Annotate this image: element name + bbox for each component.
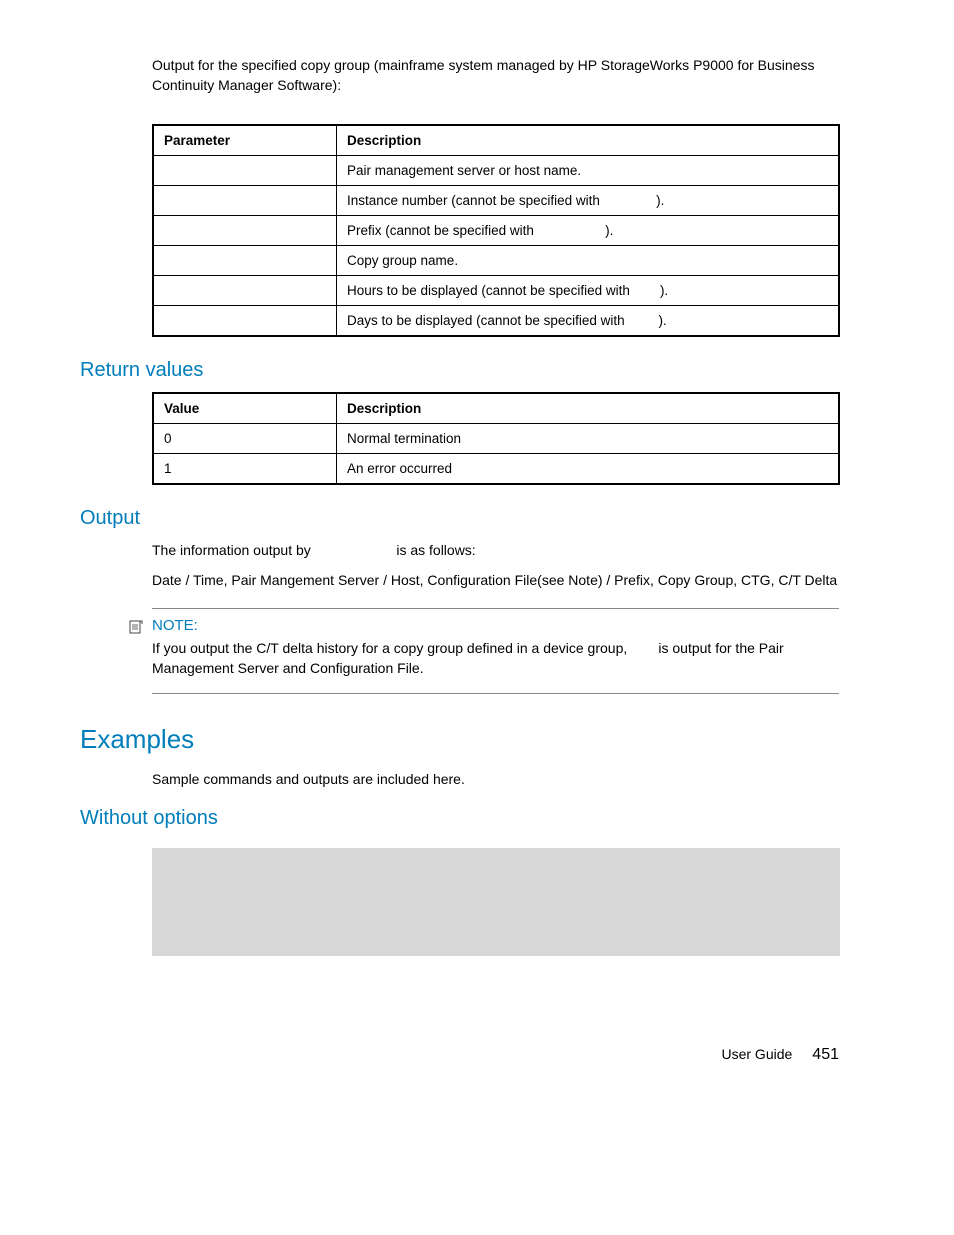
table-row: Days to be displayed (cannot be specifie… xyxy=(153,305,839,336)
cell-value: 0 xyxy=(153,423,337,453)
note-block: NOTE: If you output the C/T delta histor… xyxy=(152,608,839,694)
desc-part-b: ). xyxy=(658,313,666,328)
table-row: Hours to be displayed (cannot be specifi… xyxy=(153,275,839,305)
cell-param xyxy=(153,245,337,275)
note-icon xyxy=(128,619,144,638)
intro-paragraph: Output for the specified copy group (mai… xyxy=(152,55,839,96)
examples-heading: Examples xyxy=(80,724,839,755)
note-title: NOTE: xyxy=(152,617,839,634)
note-body: If you output the C/T delta history for … xyxy=(152,638,839,679)
page-number: 451 xyxy=(812,1046,839,1063)
cell-param xyxy=(153,215,337,245)
table-row: 0 Normal termination xyxy=(153,423,839,453)
cell-value: 1 xyxy=(153,453,337,484)
desc-part-b: ). xyxy=(660,283,668,298)
table-row: Instance number (cannot be specified wit… xyxy=(153,185,839,215)
cell-desc: Instance number (cannot be specified wit… xyxy=(337,185,840,215)
desc-part-b: ). xyxy=(656,193,664,208)
table-row: Copy group name. xyxy=(153,245,839,275)
desc-part-b: ). xyxy=(605,223,613,238)
cell-desc: Copy group name. xyxy=(337,245,840,275)
header-parameter: Parameter xyxy=(153,125,337,156)
cell-desc: Normal termination xyxy=(337,423,840,453)
table-row: Pair management server or host name. xyxy=(153,155,839,185)
table-row: Prefix (cannot be specified with ). xyxy=(153,215,839,245)
return-values-table: Value Description 0 Normal termination 1… xyxy=(152,392,840,485)
examples-intro: Sample commands and outputs are included… xyxy=(152,769,839,789)
cell-desc: Days to be displayed (cannot be specifie… xyxy=(337,305,840,336)
cell-param xyxy=(153,185,337,215)
output-line1-a: The information output by xyxy=(152,542,315,558)
code-block xyxy=(152,848,840,956)
document-page: Output for the specified copy group (mai… xyxy=(0,0,954,1104)
page-footer: User Guide 451 xyxy=(80,1046,839,1064)
header-description: Description xyxy=(337,125,840,156)
output-line2: Date / Time, Pair Mangement Server / Hos… xyxy=(152,570,839,590)
note-body-a: If you output the C/T delta history for … xyxy=(152,640,631,656)
output-line1-b: is as follows: xyxy=(392,542,475,558)
desc-part-a: Days to be displayed (cannot be specifie… xyxy=(347,313,628,328)
return-values-heading: Return values xyxy=(80,359,839,382)
cell-desc: An error occurred xyxy=(337,453,840,484)
desc-part-a: Prefix (cannot be specified with xyxy=(347,223,538,238)
cell-param xyxy=(153,155,337,185)
table-header-row: Value Description xyxy=(153,393,839,424)
output-heading: Output xyxy=(80,507,839,530)
output-line1: The information output by is as follows: xyxy=(152,540,839,560)
cell-param xyxy=(153,305,337,336)
table-row: 1 An error occurred xyxy=(153,453,839,484)
cell-desc: Hours to be displayed (cannot be specifi… xyxy=(337,275,840,305)
cell-param xyxy=(153,275,337,305)
header-description: Description xyxy=(337,393,840,424)
desc-part-a: Hours to be displayed (cannot be specifi… xyxy=(347,283,634,298)
table-header-row: Parameter Description xyxy=(153,125,839,156)
cell-desc: Prefix (cannot be specified with ). xyxy=(337,215,840,245)
header-value: Value xyxy=(153,393,337,424)
without-options-heading: Without options xyxy=(80,807,839,830)
parameters-table: Parameter Description Pair management se… xyxy=(152,124,840,337)
cell-desc: Pair management server or host name. xyxy=(337,155,840,185)
footer-label: User Guide xyxy=(721,1046,792,1062)
desc-part-a: Instance number (cannot be specified wit… xyxy=(347,193,604,208)
